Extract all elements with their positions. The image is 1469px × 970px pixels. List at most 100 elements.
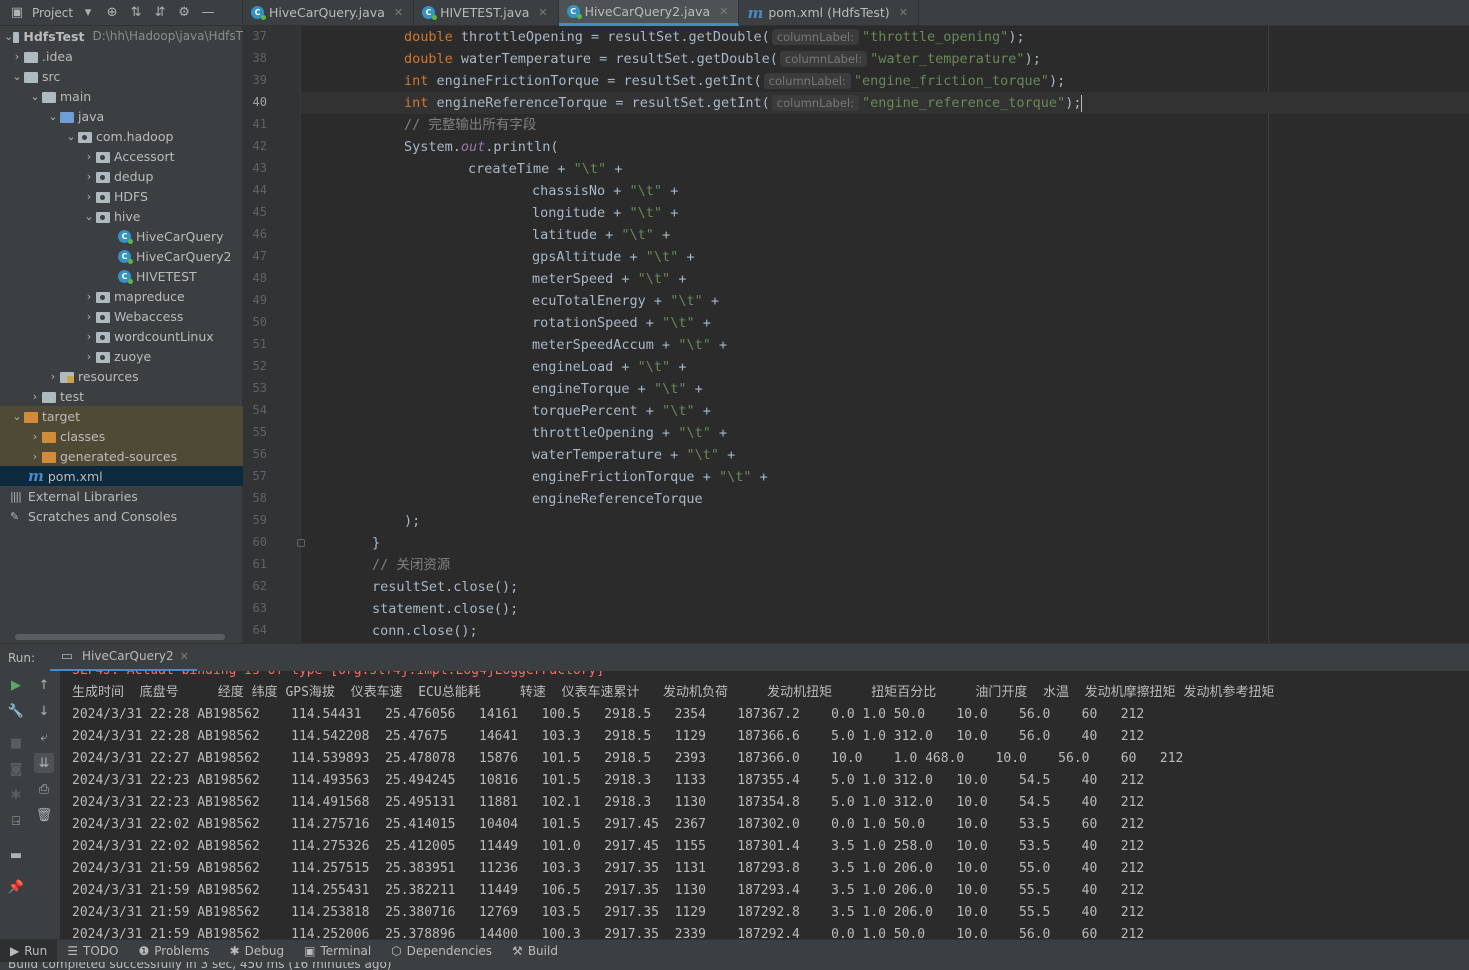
chevron-right-icon[interactable]: › — [28, 390, 42, 403]
console-row: 2024/3/31 21:59 AB198562 114.255431 25.3… — [72, 883, 1145, 898]
horizontal-scrollbar[interactable] — [15, 634, 225, 640]
tool-todo[interactable]: ☰ TODO — [57, 940, 128, 963]
camera-icon[interactable]: ◙ — [6, 759, 26, 779]
gear-icon[interactable]: ⚙ — [175, 4, 193, 22]
project-icon: ▣ — [10, 5, 24, 20]
arrow-down-icon[interactable]: ↓ — [34, 701, 54, 721]
chevron-right-icon[interactable]: › — [28, 450, 42, 463]
arrow-up-icon[interactable]: ↑ — [34, 675, 54, 695]
tool-run[interactable]: ▶ Run — [0, 939, 58, 963]
tree-item-classes[interactable]: › classes — [0, 426, 243, 446]
chevron-right-icon[interactable]: › — [82, 170, 96, 183]
code-line-50: rotationSpeed + "\t" + — [532, 315, 719, 331]
close-icon[interactable]: ✕ — [394, 6, 403, 19]
tree-label: Webaccess — [114, 308, 184, 324]
run-tab-hivecarquery2[interactable]: ▭ HiveCarQuery2 ✕ — [50, 644, 197, 672]
chevron-down-icon[interactable]: ▾ — [79, 4, 97, 22]
exit-icon[interactable]: ⍈ — [6, 811, 26, 831]
java-class-icon: C — [251, 6, 266, 20]
chevron-right-icon[interactable]: › — [82, 190, 96, 203]
chevron-right-icon[interactable]: › — [82, 290, 96, 303]
tree-item-main[interactable]: ⌄ main — [0, 86, 243, 106]
chevron-down-icon[interactable]: ⌄ — [64, 130, 78, 143]
chevron-right-icon[interactable]: › — [82, 310, 96, 323]
locate-icon[interactable]: ⊕ — [103, 4, 121, 22]
code-editor[interactable]: 37 38 39 40 41 42 43 44 45 46 47 48 49 50 51 52 53 54 55 56… — [243, 26, 1469, 643]
close-icon[interactable]: ✕ — [719, 5, 728, 18]
trash-icon[interactable]: 🗑 — [34, 805, 54, 825]
collapse-all-icon[interactable]: ⇵ — [151, 4, 169, 22]
tree-item-resources[interactable]: › resources — [0, 366, 243, 386]
chevron-down-icon[interactable]: ⌄ — [10, 410, 24, 423]
tab-pom[interactable]: m pom.xml (HdfsTest) ✕ — [739, 0, 919, 26]
close-icon[interactable]: ✕ — [538, 6, 547, 19]
tree-item-hdfs[interactable]: › HDFS — [0, 186, 243, 206]
soft-wrap-icon[interactable]: ⤶ — [34, 727, 54, 747]
tool-build[interactable]: ⚒ Build — [502, 940, 568, 963]
chevron-right-icon[interactable]: › — [28, 430, 42, 443]
close-icon[interactable]: ✕ — [180, 650, 189, 663]
project-label: Project — [32, 5, 74, 20]
print-icon[interactable]: ⎙ — [34, 779, 54, 799]
code-line-61: // 关闭资源 — [372, 557, 451, 573]
rerun-icon[interactable]: ▶ — [6, 675, 26, 695]
tab-hivetest[interactable]: C HIVETEST.java ✕ — [414, 0, 559, 26]
tree-item-idea[interactable]: › .idea — [0, 46, 243, 66]
console-row: 2024/3/31 21:59 AB198562 114.252006 25.3… — [72, 927, 1145, 939]
wrench-icon[interactable]: 🔧 — [6, 701, 26, 721]
tree-item-src[interactable]: ⌄ src — [0, 66, 243, 86]
console-row: 2024/3/31 22:23 AB198562 114.493563 25.4… — [72, 773, 1145, 788]
tree-item-webaccess[interactable]: › Webaccess — [0, 306, 243, 326]
chevron-right-icon[interactable]: › — [46, 370, 60, 383]
tree-item-package[interactable]: ⌄ com.hadoop — [0, 126, 243, 146]
tree-item-hivecarquery[interactable]: C HiveCarQuery — [0, 226, 243, 246]
project-view-selector[interactable]: ▣ Project ▾ ⊕ ⇅ ⇵ ⚙ — — [0, 0, 243, 26]
chevron-right-icon[interactable]: › — [82, 330, 96, 343]
tree-label: target — [42, 408, 81, 424]
tree-item-generated-sources[interactable]: › generated-sources — [0, 446, 243, 466]
tree-label: hive — [114, 208, 141, 224]
chevron-down-icon[interactable]: ⌄ — [28, 90, 42, 103]
module-folder-icon — [13, 31, 20, 43]
tree-item-hivecarquery2[interactable]: C HiveCarQuery2 — [0, 246, 243, 266]
debug-bug-icon[interactable]: ✱ — [6, 785, 26, 805]
chevron-right-icon[interactable]: › — [82, 150, 96, 163]
console-output[interactable]: SLF4J: Actual binding is of type [org.sl… — [60, 671, 1469, 939]
tree-item-java[interactable]: ⌄ java — [0, 106, 243, 126]
chevron-right-icon[interactable]: › — [10, 50, 24, 63]
line-number: 51 — [252, 337, 267, 351]
chevron-right-icon[interactable]: › — [82, 350, 96, 363]
tree-item-wordcount[interactable]: › wordcountLinux — [0, 326, 243, 346]
tool-dependencies[interactable]: ⬡ Dependencies — [381, 940, 502, 963]
chevron-down-icon[interactable]: ⌄ — [10, 70, 24, 83]
tree-item-pom[interactable]: m pom.xml — [0, 466, 243, 486]
scroll-to-end-icon[interactable]: ⇊ — [34, 753, 54, 773]
pin-icon[interactable]: 📌 — [6, 877, 26, 897]
tab-hivecarquery[interactable]: C HiveCarQuery.java ✕ — [243, 0, 415, 26]
tree-item-accessort[interactable]: › Accessort — [0, 146, 243, 166]
tool-problems[interactable]: ❶ Problems — [128, 940, 219, 963]
tree-item-external-libraries[interactable]: |||| External Libraries — [0, 486, 243, 506]
tree-item-target[interactable]: ⌄ target — [0, 406, 243, 426]
chevron-down-icon[interactable]: ⌄ — [82, 210, 96, 223]
tool-terminal[interactable]: ▣ Terminal — [294, 940, 381, 963]
tree-item-zuoye[interactable]: › zuoye — [0, 346, 243, 366]
stop-icon[interactable]: ■ — [6, 733, 26, 753]
tree-item-hivetest[interactable]: C HIVETEST — [0, 266, 243, 286]
tree-item-root[interactable]: ⌄ HdfsTest D:\hh\Hadoop\java\HdfsT — [0, 26, 243, 46]
terminal-icon: ▣ — [304, 944, 316, 958]
chevron-down-icon[interactable]: ⌄ — [46, 110, 60, 123]
close-icon[interactable]: ✕ — [899, 6, 908, 19]
hide-icon[interactable]: — — [199, 4, 217, 22]
tool-debug[interactable]: ✱ Debug — [220, 940, 295, 963]
tree-item-mapreduce[interactable]: › mapreduce — [0, 286, 243, 306]
chevron-down-icon[interactable]: ⌄ — [4, 30, 13, 43]
tab-hivecarquery2[interactable]: C HiveCarQuery2.java ✕ — [558, 0, 740, 26]
tree-item-test[interactable]: › test — [0, 386, 243, 406]
tree-item-hive[interactable]: ⌄ hive — [0, 206, 243, 226]
tree-label: HDFS — [114, 188, 148, 204]
tree-item-scratches[interactable]: ✎ Scratches and Consoles — [0, 506, 243, 526]
layout-icon[interactable]: ▬ — [6, 845, 26, 865]
expand-all-icon[interactable]: ⇅ — [127, 4, 145, 22]
tree-item-dedup[interactable]: › dedup — [0, 166, 243, 186]
